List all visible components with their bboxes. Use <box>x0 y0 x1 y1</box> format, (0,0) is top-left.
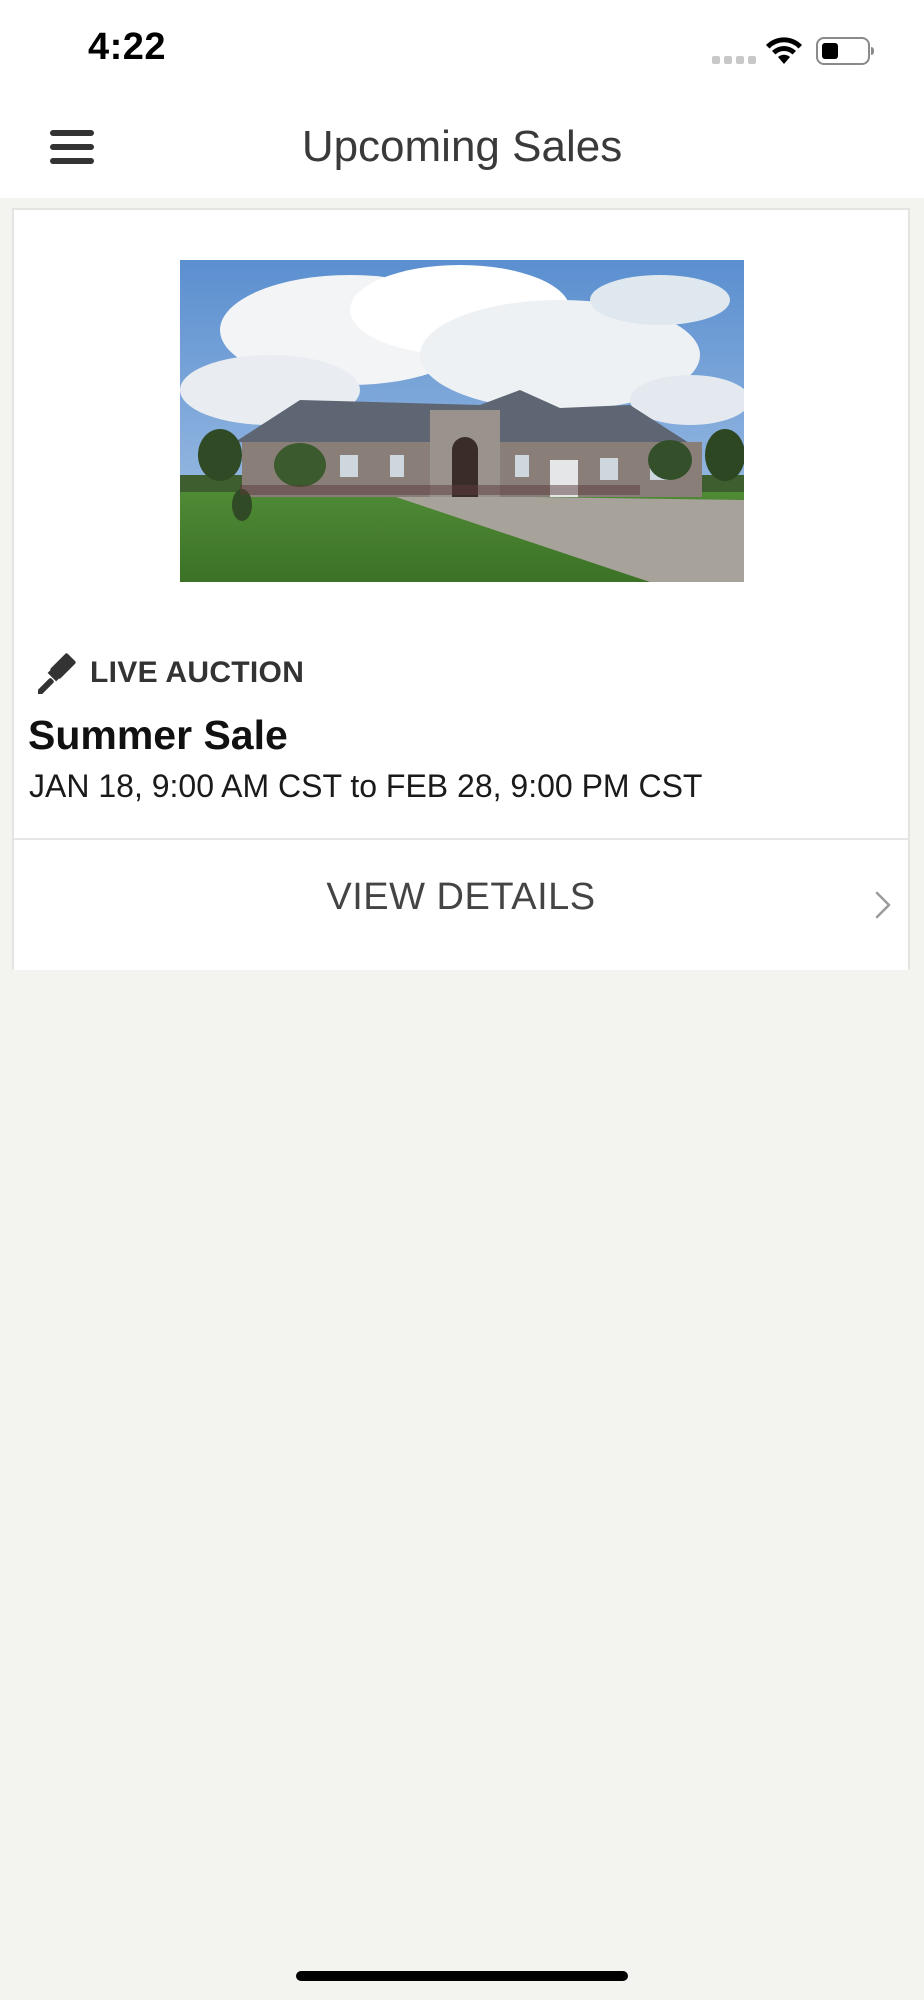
sale-title[interactable]: Summer Sale <box>28 712 288 759</box>
house-photo <box>180 260 744 582</box>
battery-icon <box>816 37 874 65</box>
view-details-button[interactable]: VIEW DETAILS <box>14 840 908 970</box>
gavel-icon <box>38 653 76 694</box>
cellular-signal-icon <box>712 56 756 64</box>
home-indicator[interactable] <box>296 1971 628 1981</box>
wifi-icon <box>766 37 802 64</box>
sale-image[interactable] <box>180 260 744 582</box>
status-time: 4:22 <box>88 26 167 68</box>
status-bar: 4:22 <box>0 0 924 100</box>
sale-dates: JAN 18, 9:00 AM CST to FEB 28, 9:00 PM C… <box>29 768 703 804</box>
page-title: Upcoming Sales <box>301 122 623 171</box>
view-details-label: VIEW DETAILS <box>326 876 596 918</box>
auction-type-label: LIVE AUCTION <box>90 656 305 689</box>
chevron-right-icon <box>875 891 891 919</box>
auction-type: LIVE AUCTION <box>38 650 304 696</box>
sale-card[interactable]: LIVE AUCTION Summer Sale JAN 18, 9:00 AM… <box>12 208 910 970</box>
nav-bar: Upcoming Sales <box>0 100 924 198</box>
